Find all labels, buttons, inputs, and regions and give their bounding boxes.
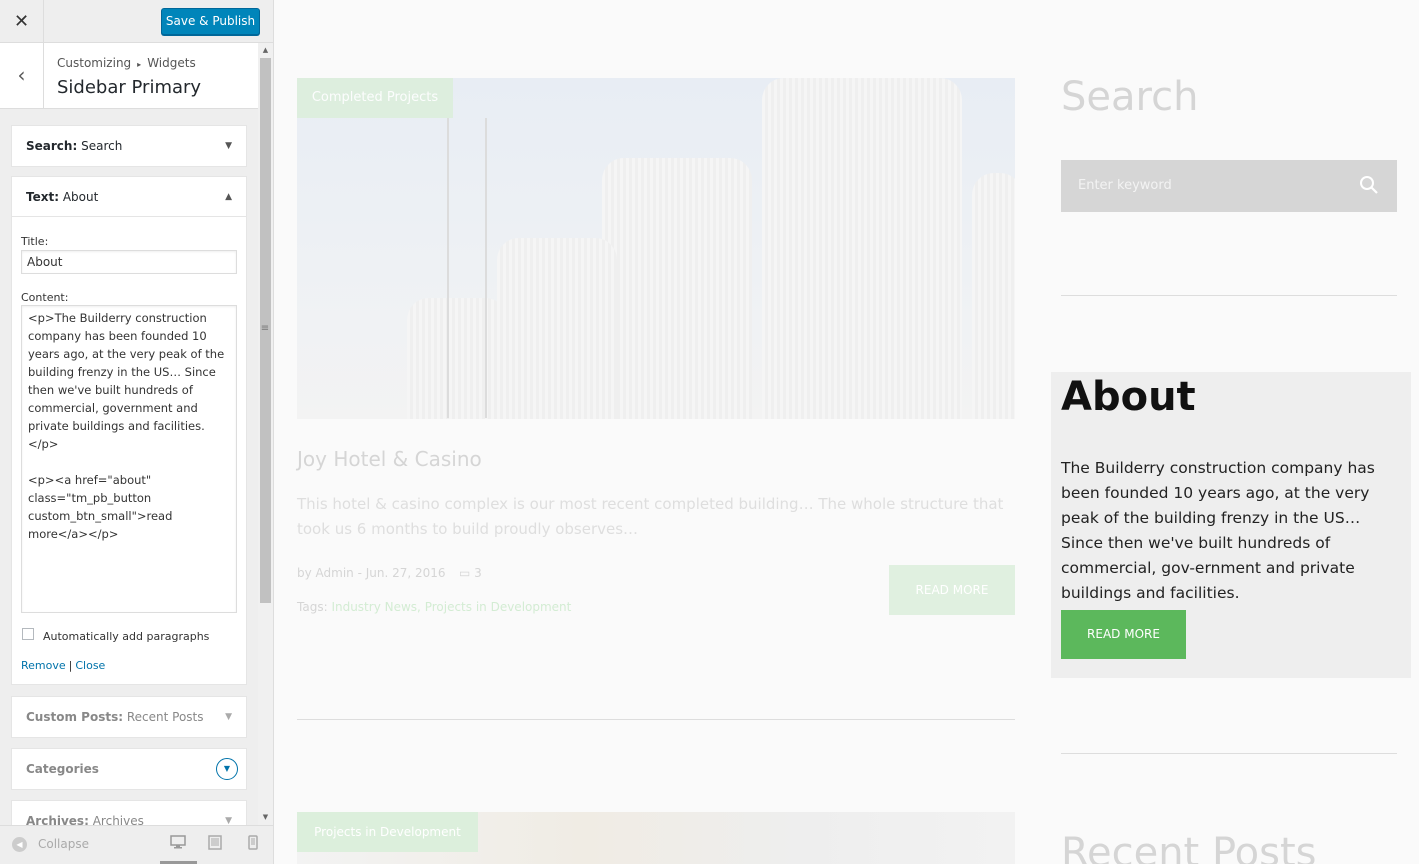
widget-name: Categories <box>26 762 99 776</box>
content-label: Content: <box>21 291 69 304</box>
chevron-left-icon: ‹ <box>17 63 26 87</box>
site-preview: Completed Projects Joy Hotel & Casino Th… <box>274 0 1419 864</box>
collapse-button[interactable]: Collapse <box>38 837 89 851</box>
desktop-preview-icon[interactable] <box>170 835 186 853</box>
image-stairway <box>447 118 487 418</box>
mobile-preview-icon[interactable] <box>248 835 258 854</box>
tag-separator: , <box>417 600 421 614</box>
autop-label: Automatically add paragraphs <box>43 630 210 643</box>
about-text: The Builderry construction company has b… <box>1061 459 1375 602</box>
widget-list: Search: Search ▼ Text: About ▲ Title: Cont… <box>0 110 258 825</box>
title-input[interactable] <box>21 250 237 274</box>
content-textarea[interactable]: <p>The Builderry construction company ha… <box>21 305 237 613</box>
collapse-arrow-icon[interactable]: ▲ <box>225 177 232 217</box>
tag-link[interactable]: Industry News <box>331 600 417 614</box>
customizer-footer: ◀ Collapse <box>0 825 273 864</box>
save-publish-button[interactable]: Save & Publish <box>161 8 260 35</box>
tags-label: Tags: <box>297 600 328 614</box>
sidebar-divider <box>1061 753 1397 754</box>
image-silo <box>602 158 752 419</box>
post-category-badge[interactable]: Completed Projects <box>297 78 453 118</box>
sidebar-scrollbar[interactable]: ▲ ▼ <box>258 43 273 825</box>
widget-name: About <box>62 190 99 204</box>
widget-categories[interactable]: Categories ▼ <box>11 748 247 790</box>
section-title-panel: ‹ Customizing ▸ Widgets Sidebar Primary <box>0 43 258 109</box>
image-silo <box>762 78 962 419</box>
customizer-header: ✕ Save & Publish <box>0 0 273 43</box>
post-title[interactable]: Joy Hotel & Casino <box>297 447 482 471</box>
back-button[interactable]: ‹ <box>0 43 44 109</box>
post-tags: Tags: Industry News, Projects in Develop… <box>297 600 571 614</box>
comment-number: 3 <box>474 566 482 580</box>
comment-count[interactable]: ▭ 3 <box>459 566 482 580</box>
search-widget-title: Search <box>1061 74 1199 120</box>
expand-arrow-icon[interactable]: ▼ <box>225 801 232 825</box>
about-widget: About The Builderry construction company… <box>1051 372 1411 678</box>
expand-arrow-icon[interactable]: ▼ <box>225 697 232 737</box>
widget-type: Text: <box>26 190 60 204</box>
actions-separator: | <box>68 659 73 672</box>
customizer-sidebar: ✕ Save & Publish ‹ Customizing ▸ Widgets S… <box>0 0 274 864</box>
widget-search-header[interactable]: Search: Search ▼ <box>12 126 246 166</box>
expand-arrow-icon[interactable]: ▼ <box>225 126 232 166</box>
autop-checkbox[interactable] <box>22 628 34 640</box>
widget-archives[interactable]: Archives: Archives ▼ <box>11 800 247 825</box>
expand-arrow-icon[interactable]: ▼ <box>216 758 238 780</box>
search-icon[interactable] <box>1356 172 1382 198</box>
breadcrumb: Customizing ▸ Widgets <box>57 56 196 70</box>
collapse-icon[interactable]: ◀ <box>12 837 27 852</box>
widget-text: Text: About ▲ Title: Content: <p>The Buil… <box>11 176 247 685</box>
close-link[interactable]: Close <box>75 659 105 672</box>
close-customizer-button[interactable]: ✕ <box>0 0 44 43</box>
sidebar-divider <box>1061 295 1397 296</box>
search-input[interactable]: Enter keyword <box>1061 160 1397 212</box>
widget-actions: Remove | Close <box>21 659 105 672</box>
section-title: Sidebar Primary <box>57 77 202 98</box>
widget-categories-header[interactable]: Categories ▼ <box>12 749 246 789</box>
widget-archives-header[interactable]: Archives: Archives ▼ <box>12 801 246 825</box>
scroll-up-arrow-icon[interactable]: ▲ <box>258 43 273 57</box>
breadcrumb-arrow-icon: ▸ <box>137 60 142 69</box>
widget-type: Search: <box>26 139 78 153</box>
title-label: Title: <box>21 235 49 248</box>
remove-link[interactable]: Remove <box>21 659 66 672</box>
breadcrumb-child: Widgets <box>147 56 196 70</box>
widget-name: Recent Posts <box>126 710 204 724</box>
close-icon: ✕ <box>13 11 30 32</box>
about-read-more-button[interactable]: READ MORE <box>1061 610 1186 659</box>
recent-posts-title: Recent Posts <box>1061 830 1317 864</box>
widget-text-header[interactable]: Text: About ▲ <box>12 177 246 217</box>
widget-type: Custom Posts: <box>26 710 124 724</box>
post-read-more-button[interactable]: READ MORE <box>889 565 1015 615</box>
widget-custom-posts[interactable]: Custom Posts: Recent Posts ▼ <box>11 696 247 738</box>
widget-custom-posts-header[interactable]: Custom Posts: Recent Posts ▼ <box>12 697 246 737</box>
tag-link[interactable]: Projects in Development <box>425 600 572 614</box>
comment-icon: ▭ <box>459 566 471 580</box>
resize-handle-icon[interactable]: ≡ <box>260 322 270 336</box>
post-featured-image[interactable] <box>297 78 1015 419</box>
widget-name: Archives <box>92 814 144 825</box>
image-silo <box>497 238 617 419</box>
widget-type: Archives: <box>26 814 89 825</box>
scroll-down-arrow-icon[interactable]: ▼ <box>258 810 273 824</box>
post-divider <box>297 719 1015 720</box>
post-excerpt: This hotel & casino complex is our most … <box>297 495 1004 538</box>
search-placeholder: Enter keyword <box>1078 178 1172 193</box>
widget-name: Search <box>81 139 123 153</box>
tablet-preview-icon[interactable] <box>208 835 222 854</box>
post-meta: by Admin - Jun. 27, 2016 <box>297 566 446 580</box>
widget-search[interactable]: Search: Search ▼ <box>11 125 247 167</box>
image-silo <box>972 173 1015 419</box>
next-post-category-badge[interactable]: Projects in Development <box>297 812 478 852</box>
breadcrumb-root: Customizing <box>57 56 132 70</box>
about-title: About <box>1061 374 1196 420</box>
